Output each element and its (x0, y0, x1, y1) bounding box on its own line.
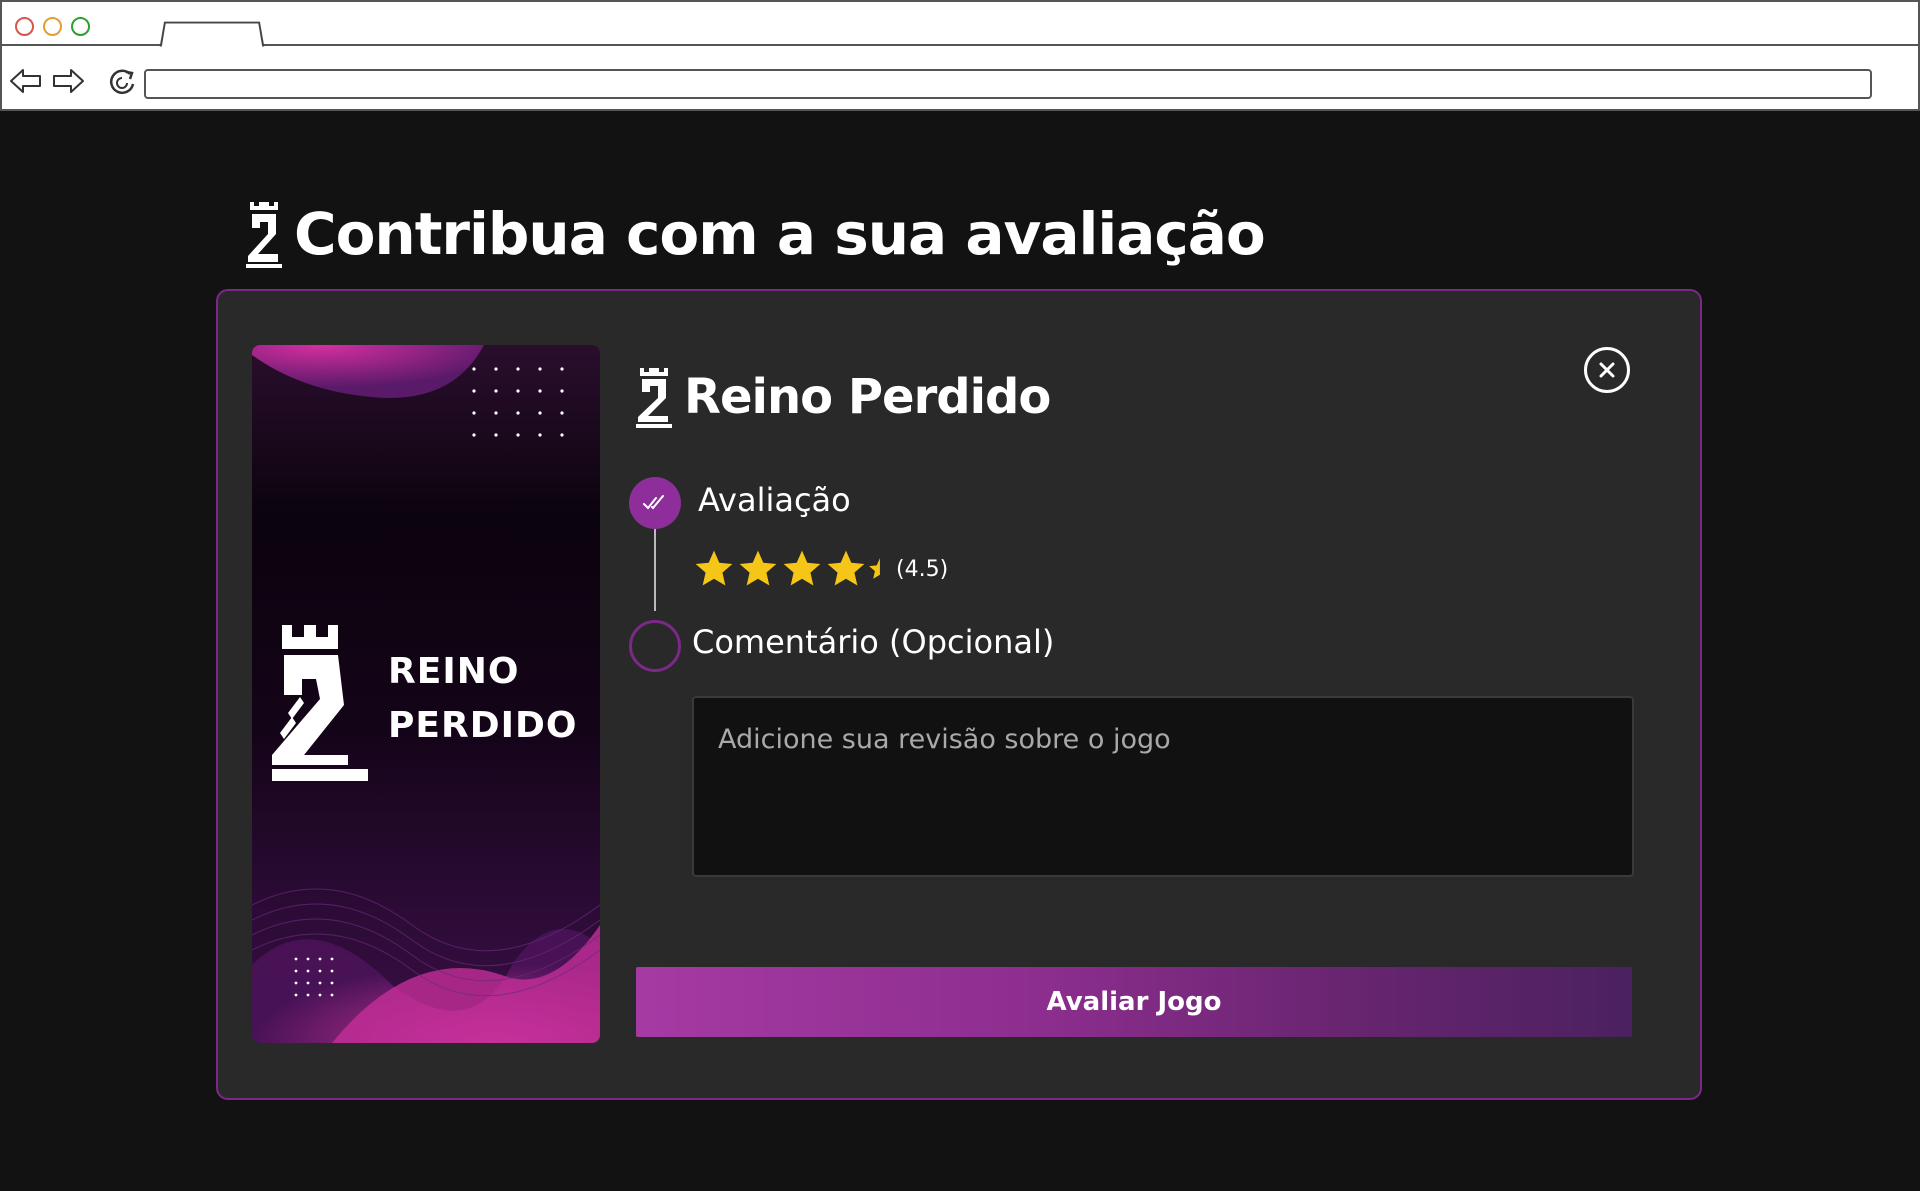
rating-value: (4.5) (896, 556, 949, 582)
forward-icon[interactable] (50, 66, 86, 96)
back-icon[interactable] (8, 66, 44, 96)
double-check-icon (643, 495, 664, 510)
star-icon[interactable] (692, 547, 736, 591)
close-window-icon[interactable] (15, 17, 34, 36)
maximize-window-icon[interactable] (71, 17, 90, 36)
cover-title-line2: PERDIDO (388, 705, 578, 746)
close-icon (1599, 362, 1615, 378)
page-title: Contribua com a sua avaliação (294, 200, 1266, 268)
review-modal: REINO PERDIDO Reino Perdido Avaliação (4… (216, 289, 1702, 1100)
star-icon[interactable] (824, 547, 868, 591)
game-header: Reino Perdido (634, 366, 1051, 428)
reload-icon[interactable] (106, 66, 138, 98)
rook-logo-icon (636, 368, 672, 428)
cover-title: REINO PERDIDO (388, 645, 577, 753)
rook-logo-icon (246, 202, 282, 268)
address-bar[interactable] (144, 69, 1872, 99)
browser-tab[interactable] (159, 21, 265, 47)
half-star-icon[interactable] (868, 547, 894, 591)
review-comment-input[interactable] (692, 696, 1634, 877)
minimize-window-icon[interactable] (43, 17, 62, 36)
tab-bar (2, 2, 1918, 47)
star-icon[interactable] (736, 547, 780, 591)
star-icon[interactable] (780, 547, 824, 591)
game-cover-image: REINO PERDIDO (252, 345, 600, 1043)
cover-title-line1: REINO (388, 651, 520, 692)
browser-chrome (0, 0, 1920, 111)
submit-review-button[interactable]: Avaliar Jogo (636, 967, 1632, 1037)
page-header: Contribua com a sua avaliação (244, 198, 1266, 270)
stepper-connector (654, 527, 656, 611)
step-pending-indicator (629, 620, 681, 672)
nav-row (2, 48, 1918, 111)
step-comment-label: Comentário (Opcional) (692, 623, 1055, 661)
cover-logo-icon (272, 625, 368, 781)
star-rating[interactable]: (4.5) (692, 547, 948, 591)
step-rating-label: Avaliação (698, 481, 851, 519)
game-title: Reino Perdido (684, 369, 1051, 425)
step-completed-indicator (629, 477, 681, 529)
close-button[interactable] (1584, 347, 1630, 393)
